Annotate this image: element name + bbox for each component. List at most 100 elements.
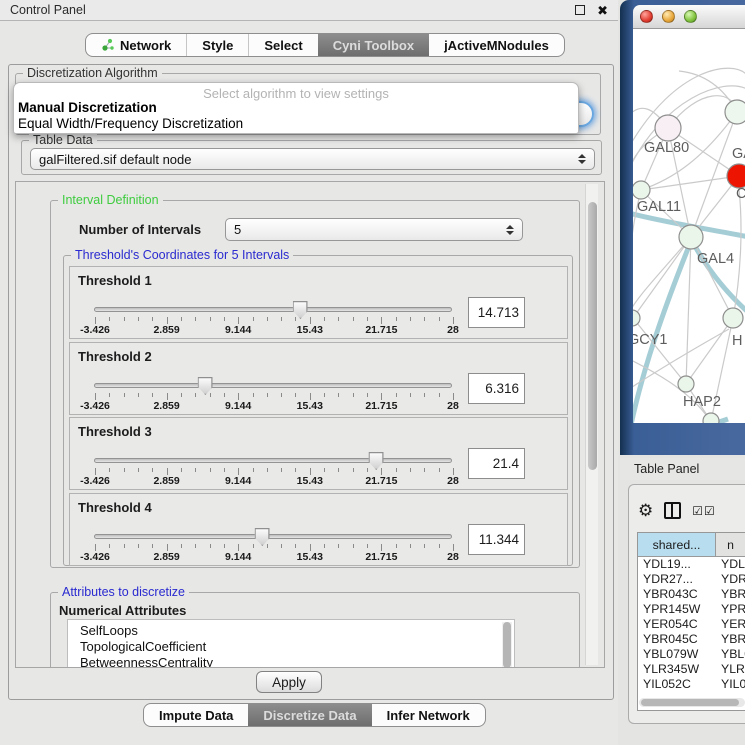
cell-name[interactable]: YLR3 <box>716 662 745 677</box>
network-node-GAL4[interactable] <box>679 225 703 249</box>
scrollbar-thumb[interactable] <box>588 202 597 470</box>
column-header-shared-name[interactable]: shared... <box>638 533 716 556</box>
slider-tick-labels: -3.4262.8599.14415.4321.71528 <box>95 551 453 563</box>
cell-shared-name[interactable]: YBR043C <box>638 587 716 602</box>
group-title: Table Data <box>29 133 97 147</box>
tab-label: Network <box>120 38 171 53</box>
control-panel-header: Control Panel ✖ <box>0 0 618 21</box>
network-node-C[interactable] <box>727 164 745 188</box>
dropdown-option-manual-discretization[interactable]: Manual Discretization <box>14 100 578 116</box>
list-vertical-scrollbar[interactable] <box>502 622 512 668</box>
tab-style[interactable]: Style <box>186 34 248 56</box>
network-node-label: GAL11 <box>637 199 681 215</box>
tab-network[interactable]: Network <box>86 34 186 56</box>
slider-track[interactable] <box>94 307 452 312</box>
table-row[interactable]: YBR043CYBR0 <box>638 587 745 602</box>
table-body: YDL19...YDL1YDR27...YDR2YBR043CYBR0YPR14… <box>638 557 745 692</box>
close-traffic-light[interactable] <box>640 10 653 23</box>
network-node-GAL80[interactable] <box>655 115 681 141</box>
cell-name[interactable]: YDR2 <box>716 572 745 587</box>
float-window-icon[interactable] <box>575 5 585 15</box>
table-row[interactable]: YBR045CYBR0 <box>638 632 745 647</box>
network-node-GA[interactable] <box>725 100 745 124</box>
network-node-GCY1[interactable] <box>633 310 640 326</box>
cell-name[interactable]: YBR0 <box>716 632 745 647</box>
tab-label: Infer Network <box>387 708 470 723</box>
dropdown-option-equal-width-frequency[interactable]: Equal Width/Frequency Discretization <box>14 116 578 132</box>
cell-shared-name[interactable]: YPR145W <box>638 602 716 617</box>
table-row[interactable]: YBL079WYBL0 <box>638 647 745 662</box>
cell-name[interactable]: YIL0 <box>716 677 745 692</box>
table-row[interactable]: YPR145WYPR1 <box>638 602 745 617</box>
network-node-HAP2[interactable] <box>678 376 694 392</box>
slider-ticks <box>95 468 453 475</box>
table-row[interactable]: YIL052CYIL0 <box>638 677 745 692</box>
scrollbar-thumb[interactable] <box>503 622 511 668</box>
cell-shared-name[interactable]: YBR045C <box>638 632 716 647</box>
network-edge <box>641 176 739 190</box>
split-columns-icon[interactable] <box>664 502 681 519</box>
tab-jactivemnodules[interactable]: jActiveMNodules <box>429 34 564 56</box>
table-data-combobox[interactable]: galFiltered.sif default node <box>30 148 595 170</box>
number-of-intervals-combobox[interactable]: 5 <box>225 218 523 241</box>
cell-shared-name[interactable]: YBL079W <box>638 647 716 662</box>
network-edge <box>633 237 691 318</box>
slider-ticks <box>95 393 453 400</box>
zoom-traffic-light[interactable] <box>684 10 697 23</box>
cell-name[interactable]: YDL1 <box>716 557 745 572</box>
tab-infer-network[interactable]: Infer Network <box>372 704 485 726</box>
table-row[interactable]: YER054CYER0 <box>638 617 745 632</box>
cell-shared-name[interactable]: YDR27... <box>638 572 716 587</box>
pane-vertical-scrollbar[interactable] <box>585 184 598 665</box>
slider-track[interactable] <box>94 458 452 463</box>
threshold-value-field[interactable]: 11.344 <box>468 524 525 555</box>
table-horizontal-scrollbar[interactable] <box>639 698 745 707</box>
threshold-value-field[interactable]: 6.316 <box>468 373 525 404</box>
cell-shared-name[interactable]: YLR345W <box>638 662 716 677</box>
cell-shared-name[interactable]: YER054C <box>638 617 716 632</box>
minimize-traffic-light[interactable] <box>662 10 675 23</box>
network-canvas[interactable]: GAL80GACGAL11GAL4GCY1HHAP2 <box>633 29 745 423</box>
tab-impute-data[interactable]: Impute Data <box>144 704 248 726</box>
group-title: Interval Definition <box>58 193 163 207</box>
table-row[interactable]: YDL19...YDL1 <box>638 557 745 572</box>
slider-track[interactable] <box>94 383 452 388</box>
cell-name[interactable]: YBL0 <box>716 647 745 662</box>
network-node-H[interactable] <box>723 308 743 328</box>
list-item[interactable]: TopologicalCoefficient <box>80 639 514 655</box>
apply-button[interactable]: Apply <box>256 671 322 693</box>
scrollbar-thumb[interactable] <box>641 699 739 706</box>
gear-icon[interactable]: ⚙ <box>638 502 653 519</box>
cell-shared-name[interactable]: YDL19... <box>638 557 716 572</box>
cell-name[interactable]: YBR0 <box>716 587 745 602</box>
table-panel: ⚙ ☑☑ shared... n YDL19...YDL1YDR27...YDR… <box>628 484 745 724</box>
cell-shared-name[interactable]: YIL052C <box>638 677 716 692</box>
algorithm-dropdown-popup: Select algorithm to view settings Manual… <box>13 82 579 134</box>
slider-track[interactable] <box>94 534 452 539</box>
threshold-value-field[interactable]: 14.713 <box>468 297 525 328</box>
tab-discretize-data[interactable]: Discretize Data <box>248 704 371 726</box>
list-item[interactable]: BetweennessCentrality <box>80 655 514 668</box>
table-row[interactable]: YLR345WYLR3 <box>638 662 745 677</box>
threshold-coordinates-group: Threshold's Coordinates for 5 Intervals … <box>63 255 573 566</box>
network-node-label: GA <box>732 146 745 162</box>
column-header-name[interactable]: n <box>716 533 745 556</box>
network-node-GAL11[interactable] <box>633 181 650 199</box>
table-panel-toolbar: ⚙ ☑☑ <box>638 502 716 519</box>
network-window-titlebar[interactable] <box>633 5 745 29</box>
top-tab-bar: Network Style Select Cyni Toolbox jActiv… <box>85 33 565 57</box>
select-columns-checkbox-icons[interactable]: ☑☑ <box>692 504 716 518</box>
table-row[interactable]: YDR27...YDR2 <box>638 572 745 587</box>
cell-name[interactable]: YPR1 <box>716 602 745 617</box>
tab-label: Cyni Toolbox <box>333 38 414 53</box>
cell-name[interactable]: YER0 <box>716 617 745 632</box>
control-panel: Control Panel ✖ Network Style Select Cyn… <box>0 0 618 745</box>
tab-cyni-toolbox[interactable]: Cyni Toolbox <box>318 34 429 56</box>
list-item[interactable]: SelfLoops <box>80 623 514 639</box>
network-node[interactable] <box>703 413 719 423</box>
tab-select[interactable]: Select <box>248 34 317 56</box>
threshold-value-field[interactable]: 21.4 <box>468 448 525 479</box>
network-view-window: GAL80GACGAL11GAL4GCY1HHAP2 <box>620 0 745 455</box>
numerical-attributes-list[interactable]: SelfLoopsTopologicalCoefficientBetweenne… <box>67 619 515 668</box>
close-icon[interactable]: ✖ <box>597 4 608 17</box>
